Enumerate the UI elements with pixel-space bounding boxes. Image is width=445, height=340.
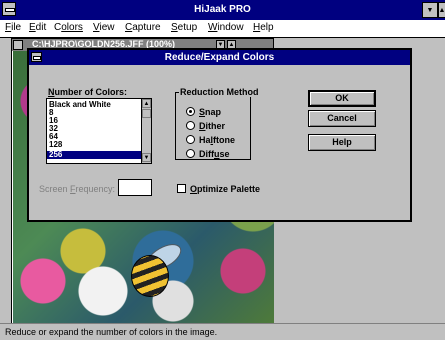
cancel-button[interactable]: Cancel (308, 110, 376, 127)
menu-view[interactable]: View (93, 22, 115, 33)
dither-text: ither (205, 121, 226, 131)
halftone-text: ftone (213, 135, 236, 145)
halftone-radio[interactable] (186, 135, 195, 144)
number-of-colors-listbox[interactable]: Black and White 8 16 32 64 128 256 ▲ ▼ (46, 98, 152, 164)
ok-button[interactable]: OK (308, 90, 376, 107)
menu-edit[interactable]: Edit (29, 22, 46, 33)
optimize-palette-label[interactable]: Optimize Palette (190, 184, 260, 194)
triangle-up-icon: ▲ (143, 101, 150, 107)
dither-label[interactable]: Dither (199, 121, 225, 131)
screen-frequency-pre: Screen (39, 184, 71, 194)
screen-frequency-input[interactable] (118, 179, 152, 196)
halftone-label[interactable]: Halftone (199, 135, 235, 145)
scroll-thumb[interactable] (142, 109, 151, 118)
diffuse-pre: Diff (199, 149, 214, 159)
menu-capture[interactable]: Capture (125, 22, 161, 33)
reduce-expand-colors-dialog: Reduce/Expand Colors Number of Colors: B… (27, 48, 412, 222)
bee-graphic (131, 255, 169, 297)
list-item[interactable]: 64 (49, 133, 137, 141)
list-item[interactable]: 16 (49, 117, 137, 125)
app-title: HiJaak PRO (194, 4, 251, 15)
menu-setup-label: etup (177, 22, 198, 33)
status-bar: Reduce or expand the number of colors in… (0, 323, 445, 340)
snap-text: nap (205, 107, 222, 117)
diffuse-radio[interactable] (186, 149, 195, 158)
list-item[interactable]: 32 (49, 125, 137, 133)
optimize-palette-text: ptimize Palette (197, 184, 261, 194)
screen-frequency-text: requency: (75, 184, 116, 194)
menu-window[interactable]: Window (208, 22, 244, 33)
optimize-palette-checkbox[interactable] (177, 184, 186, 193)
menu-file[interactable]: File (5, 22, 21, 33)
diffuse-text: se (219, 149, 230, 159)
list-item-selected[interactable]: 256 (47, 151, 141, 159)
list-item[interactable]: 128 (49, 141, 137, 149)
menu-file-label: ile (11, 22, 22, 33)
number-of-colors-text: umber of Colors: (54, 87, 128, 97)
halftone-pre: Ha (199, 135, 211, 145)
menu-edit-label: dit (35, 22, 47, 33)
dialog-title: Reduce/Expand Colors (164, 52, 275, 63)
maximize-button[interactable]: ▲ (438, 2, 445, 18)
list-item[interactable]: 8 (49, 109, 137, 117)
dither-radio[interactable] (186, 121, 195, 130)
menu-setup[interactable]: Setup (171, 22, 197, 33)
scroll-up-button[interactable]: ▲ (142, 99, 151, 108)
menu-window-label: indow (217, 22, 244, 33)
menu-capture-label: apture (132, 22, 161, 33)
number-of-colors-label: Number of Colors: (48, 87, 127, 97)
reduction-method-label: Reduction Method (179, 87, 260, 97)
diffuse-label[interactable]: Diffuse (199, 149, 230, 159)
triangle-down-icon: ▼ (426, 6, 434, 14)
menu-view-label: iew (99, 22, 115, 33)
snap-radio[interactable] (186, 107, 195, 116)
menu-help-label: elp (260, 22, 274, 33)
document-system-menu-button[interactable] (13, 40, 23, 50)
minimize-button[interactable]: ▼ (422, 2, 438, 18)
dialog-title-bar[interactable]: Reduce/Expand Colors (29, 50, 410, 65)
menu-edit-accel: E (29, 22, 36, 33)
triangle-down-icon: ▼ (143, 155, 150, 161)
triangle-up-icon: ▲ (438, 6, 445, 14)
menu-help[interactable]: Help (253, 22, 274, 33)
menu-setup-accel: S (171, 22, 178, 33)
scroll-down-button[interactable]: ▼ (142, 153, 151, 162)
list-item[interactable]: Black and White (49, 101, 137, 109)
screen-frequency-label: Screen Frequency: (39, 184, 115, 194)
help-button[interactable]: Help (308, 134, 376, 151)
menu-colors-label: olors (61, 22, 83, 33)
snap-label[interactable]: Snap (199, 107, 221, 117)
optimize-palette-accel: O (190, 184, 198, 194)
menu-colors[interactable]: Colors (54, 22, 83, 33)
menu-bar: File Edit Colors View Capture Setup Wind… (0, 20, 445, 38)
app-title-bar: HiJaak PRO ▼ ▲ (0, 0, 445, 20)
listbox-scrollbar[interactable]: ▲ ▼ (141, 99, 151, 163)
status-text: Reduce or expand the number of colors in… (5, 327, 218, 337)
